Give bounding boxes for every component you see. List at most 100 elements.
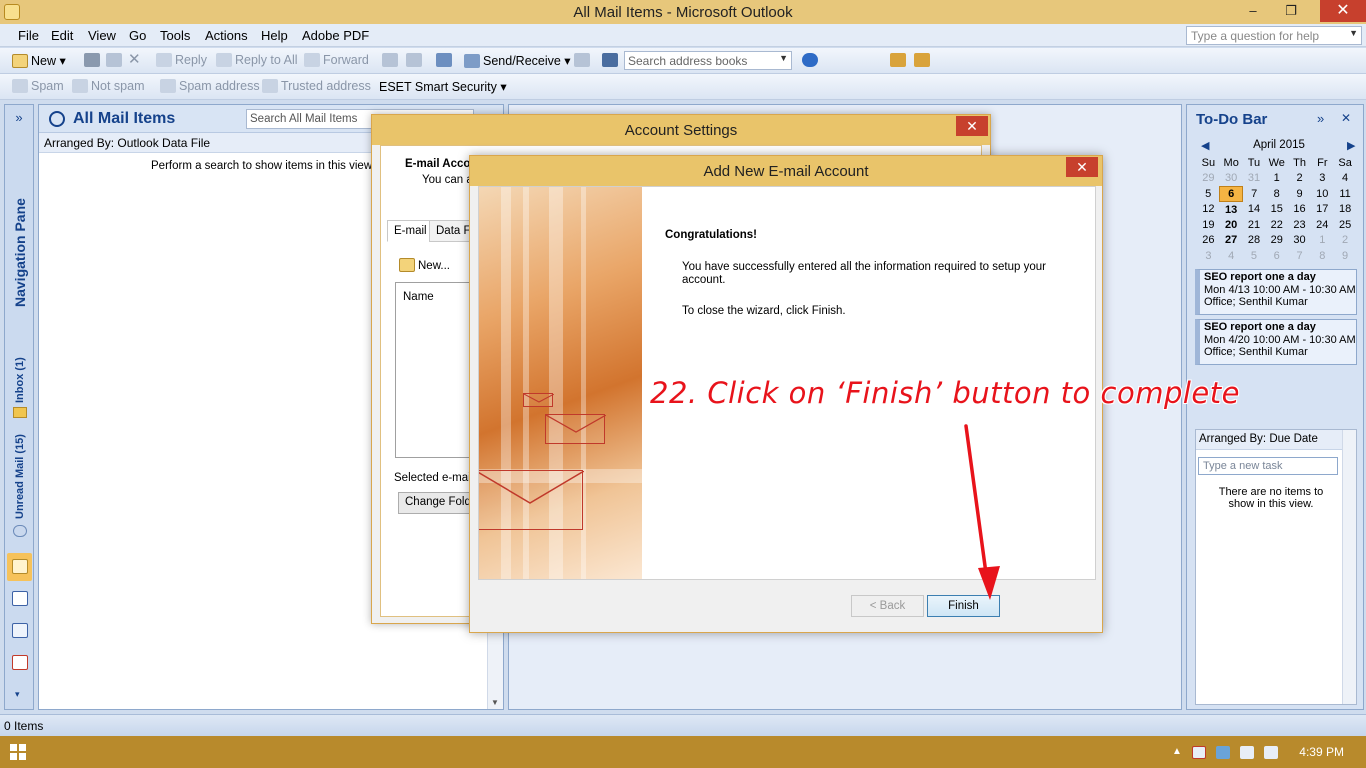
show-hidden-icons[interactable]: ▲ <box>1172 746 1182 757</box>
add-account-close-button[interactable]: ✕ <box>1066 157 1098 177</box>
calendar-day[interactable]: 27 <box>1220 233 1243 249</box>
calendar-day[interactable]: 24 <box>1311 217 1334 233</box>
scroll-down-icon[interactable]: ▼ <box>491 698 499 707</box>
task-list-scrollbar[interactable] <box>1342 430 1356 704</box>
calendar-day[interactable]: 4 <box>1220 248 1243 264</box>
new-account-button[interactable]: New... <box>399 258 450 272</box>
calendar-day[interactable]: 14 <box>1243 202 1266 218</box>
unread-mail-folder[interactable]: Unread Mail (15) <box>14 434 26 519</box>
taskbar-clock[interactable]: 4:39 PM <box>1299 745 1344 759</box>
address-book-icon[interactable] <box>602 53 621 67</box>
calendar-day[interactable]: 7 <box>1243 186 1266 202</box>
help-icon[interactable] <box>802 53 821 67</box>
calendar-day[interactable]: 7 <box>1288 248 1311 264</box>
expand-navigation-button[interactable]: » <box>5 105 33 131</box>
calendar-day[interactable]: 2 <box>1288 171 1311 187</box>
calendar-day[interactable]: 19 <box>1197 217 1220 233</box>
chevron-down-icon[interactable]: ▼ <box>779 53 788 63</box>
calendar-day-today[interactable]: 6 <box>1219 185 1244 202</box>
calendar-day[interactable]: 3 <box>1197 248 1220 264</box>
menu-go[interactable]: Go <box>129 28 146 43</box>
calendar-day[interactable]: 29 <box>1197 171 1220 187</box>
addin-icon-2[interactable] <box>914 53 933 67</box>
next-month-icon[interactable]: ▶ <box>1347 139 1355 152</box>
inbox-folder[interactable]: Inbox (1) <box>14 357 26 403</box>
calendar-day[interactable]: 6 <box>1265 248 1288 264</box>
calendar-day[interactable]: 18 <box>1334 202 1357 218</box>
calendar-day[interactable]: 3 <box>1311 171 1334 187</box>
calendar-day[interactable]: 26 <box>1197 233 1220 249</box>
reply-button[interactable]: Reply <box>156 53 207 67</box>
menu-actions[interactable]: Actions <box>205 28 248 43</box>
calendar-day[interactable]: 11 <box>1334 186 1357 202</box>
todo-close-button[interactable]: ✕ <box>1341 111 1351 125</box>
calendar-day[interactable]: 1 <box>1311 233 1334 249</box>
name-column-header[interactable]: Name <box>403 291 434 303</box>
minimize-button[interactable]: – <box>1238 0 1268 22</box>
calendar-day[interactable]: 8 <box>1311 248 1334 264</box>
calendar-day[interactable]: 25 <box>1334 217 1357 233</box>
follow-up-flag-icon[interactable] <box>406 53 425 67</box>
action-center-icon[interactable] <box>1192 746 1206 759</box>
trusted-address-button[interactable]: Trusted address <box>262 79 371 93</box>
calendar-day[interactable]: 9 <box>1334 248 1357 264</box>
appointment-item[interactable]: SEO report one a day Mon 4/13 10:00 AM -… <box>1195 269 1357 315</box>
chevron-down-icon[interactable]: ▼ <box>1349 28 1358 38</box>
calendar-day[interactable]: 17 <box>1311 202 1334 218</box>
help-question-input[interactable]: Type a question for help ▼ <box>1186 26 1362 45</box>
menu-tools[interactable]: Tools <box>160 28 190 43</box>
calendar-day[interactable]: 15 <box>1265 202 1288 218</box>
calendar-day[interactable]: 30 <box>1288 233 1311 249</box>
windows-start-icon[interactable] <box>10 744 26 760</box>
calendar-nav-button[interactable] <box>7 585 32 613</box>
eset-tray-icon[interactable] <box>1216 746 1230 759</box>
calendar-day[interactable]: 16 <box>1288 202 1311 218</box>
close-window-button[interactable]: ✕ <box>1320 0 1366 22</box>
calendar-day[interactable]: 31 <box>1243 171 1266 187</box>
menu-adobe-pdf[interactable]: Adobe PDF <box>302 28 369 43</box>
addin-icon-1[interactable] <box>890 53 909 67</box>
todo-expand-button[interactable]: » <box>1317 111 1324 126</box>
menu-view[interactable]: View <box>88 28 116 43</box>
tasks-nav-button[interactable] <box>7 649 32 677</box>
calendar-day[interactable]: 22 <box>1265 217 1288 233</box>
send-receive-button[interactable]: Send/Receive ▾ <box>464 53 571 68</box>
calendar-day[interactable]: 28 <box>1243 233 1266 249</box>
spam-address-button[interactable]: Spam address <box>160 79 260 93</box>
calendar-day[interactable]: 5 <box>1243 248 1266 264</box>
calendar-day[interactable]: 10 <box>1311 186 1334 202</box>
menu-edit[interactable]: Edit <box>51 28 73 43</box>
reply-all-button[interactable]: Reply to All <box>216 53 298 67</box>
contacts-nav-button[interactable] <box>7 617 32 645</box>
calendar-day[interactable]: 30 <box>1220 171 1243 187</box>
move-icon[interactable] <box>106 53 125 67</box>
not-spam-button[interactable]: Not spam <box>72 79 145 93</box>
calendar-day[interactable]: 5 <box>1197 186 1220 202</box>
print-icon[interactable] <box>84 53 103 67</box>
calendar-day[interactable]: 1 <box>1265 171 1288 187</box>
menu-file[interactable]: File <box>18 28 39 43</box>
prev-month-icon[interactable]: ◀ <box>1201 139 1209 152</box>
categorize-icon[interactable] <box>382 53 401 67</box>
calendar-day[interactable]: 12 <box>1197 202 1220 218</box>
restore-button[interactable]: ❐ <box>1276 0 1306 22</box>
tab-email[interactable]: E-mail <box>387 220 434 242</box>
rules-icon[interactable] <box>436 53 455 67</box>
tasks-arrange-header[interactable]: Arranged By: Due Date <box>1196 430 1356 450</box>
eset-menu-button[interactable]: ESET Smart Security ▾ <box>379 79 507 94</box>
calendar-day[interactable]: 4 <box>1334 171 1357 187</box>
calendar-day[interactable]: 21 <box>1243 217 1266 233</box>
search-address-books-input[interactable]: Search address books ▼ <box>624 51 792 70</box>
back-button[interactable]: < Back <box>851 595 924 617</box>
account-settings-close-button[interactable]: ✕ <box>956 116 988 136</box>
configure-buttons-icon[interactable]: ▾ <box>15 689 20 700</box>
forward-button[interactable]: Forward <box>304 53 369 67</box>
calendar-day[interactable]: 20 <box>1220 217 1243 233</box>
spam-button[interactable]: Spam <box>12 79 64 93</box>
calendar-day[interactable]: 8 <box>1265 186 1288 202</box>
calendar-day[interactable]: 29 <box>1265 233 1288 249</box>
appointment-item[interactable]: SEO report one a day Mon 4/20 10:00 AM -… <box>1195 319 1357 365</box>
delete-icon[interactable]: ✕ <box>128 50 141 68</box>
navigation-pane-label[interactable]: Navigation Pane <box>12 198 28 307</box>
calendar-day[interactable]: 23 <box>1288 217 1311 233</box>
